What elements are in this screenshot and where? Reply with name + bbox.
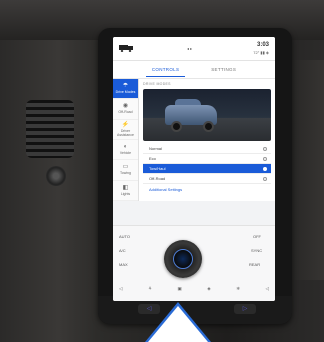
radio-icon <box>263 156 267 161</box>
sidebar-item-label: Driver Assistance <box>117 128 134 137</box>
knob-ring-icon <box>173 249 193 269</box>
air-vent <box>26 100 74 158</box>
sidebar-item-label: Drive Modes <box>115 90 136 95</box>
additional-settings-link[interactable]: Additional Settings <box>143 187 271 192</box>
vehicle-dashboard-scene: ◁ ▷ ◂ ▸ 3:03 72° ▮▮ ◈ CONTROLS SETTINGS … <box>0 0 324 342</box>
mode-off-road[interactable]: Off-Road <box>143 174 271 184</box>
media-indicator: ◂ ▸ <box>187 46 193 51</box>
volume-knob[interactable] <box>164 240 202 278</box>
sidebar-item-vehicle[interactable]: ◐ Vehicle <box>113 140 138 161</box>
mode-label: Normal <box>149 146 162 151</box>
mode-label: Off-Road <box>149 176 166 181</box>
sidebar-item-label: Off-Road <box>118 110 133 115</box>
status-bar: ◂ ▸ 3:03 72° ▮▮ ◈ <box>113 37 275 61</box>
radio-icon <box>263 146 267 151</box>
mode-tow-haul[interactable]: Tow/Haul <box>143 164 271 174</box>
sidebar-item-driver-assistance[interactable]: ⚡ Driver Assistance <box>113 120 138 140</box>
vehicle-icon: ◐ <box>123 144 128 151</box>
mode-normal[interactable]: Normal <box>143 144 271 154</box>
sidebar-item-label: Vehicle <box>119 151 132 156</box>
section-label: DRIVE MODES <box>143 82 171 86</box>
recirculate-icon[interactable]: ◈ <box>207 286 210 292</box>
sidebar-item-label: Lights <box>120 191 131 196</box>
tab-settings[interactable]: SETTINGS <box>205 63 242 76</box>
clock: 3:03 <box>256 42 269 48</box>
climate-ac-button[interactable]: A/C <box>119 248 126 253</box>
fan-right-icon[interactable]: ◁ <box>266 286 269 292</box>
dash-knob <box>46 166 66 186</box>
radio-icon <box>263 176 267 181</box>
truck-wheel <box>203 121 214 132</box>
content-area: ☂ Drive Modes ◉ Off-Road ⚡ Driver Assist… <box>113 79 275 201</box>
driver-assist-icon: ⚡ <box>121 121 130 128</box>
hardware-button-forward[interactable]: ▷ <box>234 304 256 314</box>
climate-off-button[interactable]: OFF <box>253 234 261 239</box>
lights-icon: ◧ <box>122 184 129 191</box>
climate-bar: AUTO A/C MAX OFF SYNC REAR ◁ ⚘ ▣ ◈ ❄ ◁ <box>113 225 275 301</box>
sidebar: ☂ Drive Modes ◉ Off-Road ⚡ Driver Assist… <box>113 79 139 201</box>
mode-label: Eco <box>149 156 156 161</box>
climate-sync-button[interactable]: SYNC <box>251 248 262 253</box>
vehicle-image <box>143 89 271 141</box>
sidebar-item-drive-modes[interactable]: ☂ Drive Modes <box>113 79 138 100</box>
truck-wheel <box>171 121 182 132</box>
radio-selected-icon <box>263 166 267 171</box>
touchscreen: ◂ ▸ 3:03 72° ▮▮ ◈ CONTROLS SETTINGS ☂ Dr… <box>113 37 275 301</box>
sidebar-item-lights[interactable]: ◧ Lights <box>113 181 138 201</box>
pointer-arrow <box>148 306 208 342</box>
off-road-icon: ◉ <box>122 103 129 110</box>
drive-modes-icon: ☂ <box>122 83 129 90</box>
sidebar-item-label: Towing <box>120 171 131 176</box>
drive-modes-panel: DRIVE MODES Normal Eco Tow/Haul Off-Road… <box>139 79 275 201</box>
defrost-icon[interactable]: ▣ <box>178 286 182 292</box>
seat-heat-icon[interactable]: ⚘ <box>148 286 152 292</box>
fan-left-icon[interactable]: ◁ <box>119 286 122 292</box>
sidebar-item-off-road[interactable]: ◉ Off-Road <box>113 99 138 120</box>
cool-icon[interactable]: ❄ <box>236 286 240 292</box>
tab-bar: CONTROLS SETTINGS <box>113 61 275 79</box>
mode-label: Tow/Haul <box>149 166 166 171</box>
towing-icon: ▭ <box>122 164 129 171</box>
sidebar-item-towing[interactable]: ▭ Towing <box>113 160 138 181</box>
outside-temp: 72° ▮▮ ◈ <box>253 50 269 55</box>
mode-eco[interactable]: Eco <box>143 154 271 164</box>
truck-icon[interactable] <box>119 43 133 52</box>
climate-auto-button[interactable]: AUTO <box>119 234 130 239</box>
climate-controls-row: ◁ ⚘ ▣ ◈ ❄ ◁ <box>119 286 269 292</box>
climate-max-button[interactable]: MAX <box>119 262 128 267</box>
tab-controls[interactable]: CONTROLS <box>145 63 186 77</box>
climate-rear-button[interactable]: REAR <box>249 262 260 267</box>
mode-list: Normal Eco Tow/Haul Off-Road <box>143 144 271 184</box>
